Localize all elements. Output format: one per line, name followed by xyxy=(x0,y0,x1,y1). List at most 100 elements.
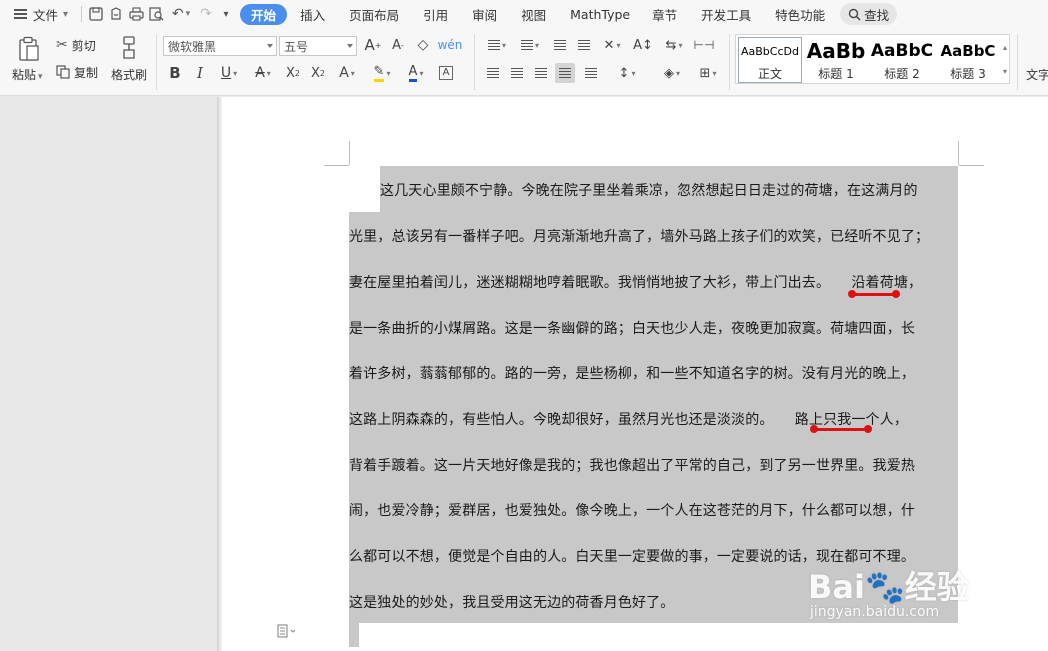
clear-format-icon[interactable]: ◇ xyxy=(413,35,433,55)
borders-icon[interactable]: ⊞ ▾ xyxy=(694,63,722,83)
paragraph-line[interactable]: 这路上阴森森的，有些怕人。今晚却很好，虽然月光也还是淡淡的。 路上只我一个人， xyxy=(349,409,908,429)
style-heading-1[interactable]: AaBb 标题 1 xyxy=(804,37,868,83)
export-icon[interactable] xyxy=(106,0,126,28)
redo-icon[interactable]: ↷ xyxy=(196,0,216,28)
styles-gallery: AaBbCcDd 正文 AaBb 标题 1 AaBbC 标题 2 AaBbC 标… xyxy=(735,34,1010,84)
tab-insert[interactable]: 插入 xyxy=(291,0,334,28)
crop-mark xyxy=(324,165,349,166)
print-preview-icon[interactable] xyxy=(146,0,166,28)
paragraph-line[interactable]: 这几天心里颇不宁静。今晚在院子里坐着乘凉，忽然想起日日走过的荷塘，在这满月的 xyxy=(380,180,918,200)
paste-options-icon[interactable] xyxy=(277,624,297,642)
annotation-dot xyxy=(864,425,872,433)
font-name-combo[interactable]: 微软雅黑 xyxy=(163,36,277,56)
annotation-dot xyxy=(892,290,900,298)
annotation-marker xyxy=(814,428,868,431)
format-painter-button[interactable] xyxy=(117,34,141,62)
undo-icon[interactable]: ↶ ▾ xyxy=(166,0,196,28)
style-heading-2[interactable]: AaBbC 标题 2 xyxy=(870,37,934,83)
italic-icon[interactable]: I xyxy=(190,63,210,83)
hamburger-icon xyxy=(14,9,27,19)
tab-review[interactable]: 审阅 xyxy=(463,0,506,28)
superscript-icon[interactable]: X2 xyxy=(283,63,303,83)
save-icon[interactable] xyxy=(86,0,106,28)
subscript-icon[interactable]: X2 xyxy=(308,63,328,83)
shrink-font-icon[interactable]: A- xyxy=(388,35,408,55)
tab-developer[interactable]: 开发工具 xyxy=(692,0,760,28)
phonetic-guide-icon[interactable]: wén xyxy=(438,35,463,55)
text-effect-icon[interactable]: A ▾ xyxy=(333,63,361,83)
tab-special-features[interactable]: 特色功能 xyxy=(766,0,834,28)
highlight-icon[interactable]: ✎ ▾ xyxy=(368,63,396,83)
align-center-icon[interactable] xyxy=(507,63,527,83)
line-spacing-icon[interactable]: ↕ ▾ xyxy=(613,63,641,83)
character-border-icon[interactable]: A xyxy=(436,63,456,83)
paragraph-line[interactable]: 着许多树，蓊蓊郁郁的。路的一旁，是些杨柳，和一些不知道名字的树。没有月光的晚上， xyxy=(349,363,915,383)
crop-mark xyxy=(959,165,984,166)
distributed-align-icon[interactable] xyxy=(581,63,601,83)
chevron-down-icon xyxy=(347,44,353,48)
paragraph-line[interactable]: 是一条曲折的小煤屑路。这是一条幽僻的路；白天也少人走，夜晚更加寂寞。荷塘四面，长 xyxy=(349,318,915,338)
annotation-marker xyxy=(852,293,896,296)
chevron-up-icon: ▴ xyxy=(1002,42,1007,52)
left-margin-area xyxy=(0,97,217,651)
separator xyxy=(729,34,730,90)
paragraph-line[interactable]: 闹，也爱冷静；爱群居，也爱独处。像今晚上，一个人在这苍茫的月下，什么都可以想，什 xyxy=(349,500,915,520)
menu-bar: 文件 ▾ ↶ ▾ ↷ ▾ 开始 插入 页面布局 引用 审阅 视图 MathType… xyxy=(0,0,1048,28)
numbered-list-icon[interactable]: ▾ xyxy=(516,35,544,55)
font-color-icon[interactable]: A ▾ xyxy=(402,63,430,83)
text-tools-label[interactable]: 文字 xyxy=(1026,66,1048,83)
tab-mathtype[interactable]: MathType xyxy=(561,0,639,28)
separator xyxy=(474,34,475,90)
show-marks-icon[interactable]: ⊢⊣ xyxy=(694,35,715,55)
increase-indent-icon[interactable] xyxy=(574,35,594,55)
ribbon-toolbar: 粘贴 ▾ ✂ 剪切 复制 格式刷 微软雅黑 五号 A + A- ◇ wén B I … xyxy=(0,28,1048,96)
style-normal[interactable]: AaBbCcDd 正文 xyxy=(738,37,802,83)
paragraph-line[interactable]: 光里，总该另有一番样子吧。月亮渐渐地升高了，墙外马路上孩子们的欢笑，已经听不见了… xyxy=(349,226,929,246)
quick-access-dropdown-icon[interactable]: ▾ xyxy=(216,0,236,28)
search-button[interactable]: 查找 xyxy=(840,3,898,25)
cut-button[interactable]: ✂ 剪切 xyxy=(56,36,106,54)
copy-icon xyxy=(56,65,70,79)
style-heading-3[interactable]: AaBbC 标题 3 xyxy=(936,37,1000,83)
text-selection-tail xyxy=(349,622,359,647)
align-right-icon[interactable] xyxy=(531,63,551,83)
underline-icon[interactable]: U ▾ xyxy=(215,63,243,83)
clipboard-icon xyxy=(19,36,39,61)
align-left-icon[interactable] xyxy=(483,63,503,83)
crop-mark xyxy=(349,141,350,165)
watermark-logo: Bai🐾经验 xyxy=(808,568,969,606)
font-size-combo[interactable]: 五号 xyxy=(279,36,357,56)
paragraph-line[interactable]: 这是独处的妙处，我且受用这无边的荷香月色好了。 xyxy=(349,592,674,612)
watermark-url: jingyan.baidu.com xyxy=(810,604,940,620)
file-menu[interactable]: 文件 ▾ xyxy=(0,0,77,28)
text-direction-icon[interactable]: A↕ xyxy=(633,35,653,55)
tab-page-layout[interactable]: 页面布局 xyxy=(340,0,408,28)
sort-icon[interactable]: ⇆ ▾ xyxy=(660,35,688,55)
styles-scroll[interactable]: ▴ ▾ xyxy=(1000,35,1010,83)
tab-references[interactable]: 引用 xyxy=(414,0,457,28)
copy-button[interactable]: 复制 xyxy=(56,63,106,81)
tab-view[interactable]: 视图 xyxy=(512,0,555,28)
chinese-layout-icon[interactable]: ✕ ▾ xyxy=(598,35,626,55)
paste-button[interactable] xyxy=(14,34,44,64)
annotation-dot xyxy=(848,290,856,298)
scissors-icon: ✂ xyxy=(56,37,68,53)
separator xyxy=(1017,34,1018,90)
separator xyxy=(156,34,157,90)
crop-mark xyxy=(958,141,959,165)
chevron-down-icon xyxy=(267,44,273,48)
paragraph-line[interactable]: 妻在屋里拍着闰儿，迷迷糊糊地哼着眠歌。我悄悄地披了大衫，带上门出去。 沿着荷塘， xyxy=(349,272,922,292)
paste-label[interactable]: 粘贴 ▾ xyxy=(12,66,43,83)
justify-icon[interactable] xyxy=(555,63,575,83)
decrease-indent-icon[interactable] xyxy=(550,35,570,55)
shading-icon[interactable]: ◈ ▾ xyxy=(658,63,686,83)
bold-icon[interactable]: B xyxy=(165,63,185,83)
paragraph-line[interactable]: 背着手踱着。这一片天地好像是我的；我也像超出了平常的自己，到了另一世界里。我爱热 xyxy=(349,455,915,475)
tab-chapter[interactable]: 章节 xyxy=(643,0,686,28)
grow-font-icon[interactable]: A + xyxy=(363,35,383,55)
tab-home[interactable]: 开始 xyxy=(240,3,288,25)
format-painter-label[interactable]: 格式刷 xyxy=(111,66,147,83)
print-icon[interactable] xyxy=(126,0,146,28)
strikethrough-icon[interactable]: A ▾ xyxy=(249,63,277,83)
bullet-list-icon[interactable]: ▾ xyxy=(483,35,511,55)
